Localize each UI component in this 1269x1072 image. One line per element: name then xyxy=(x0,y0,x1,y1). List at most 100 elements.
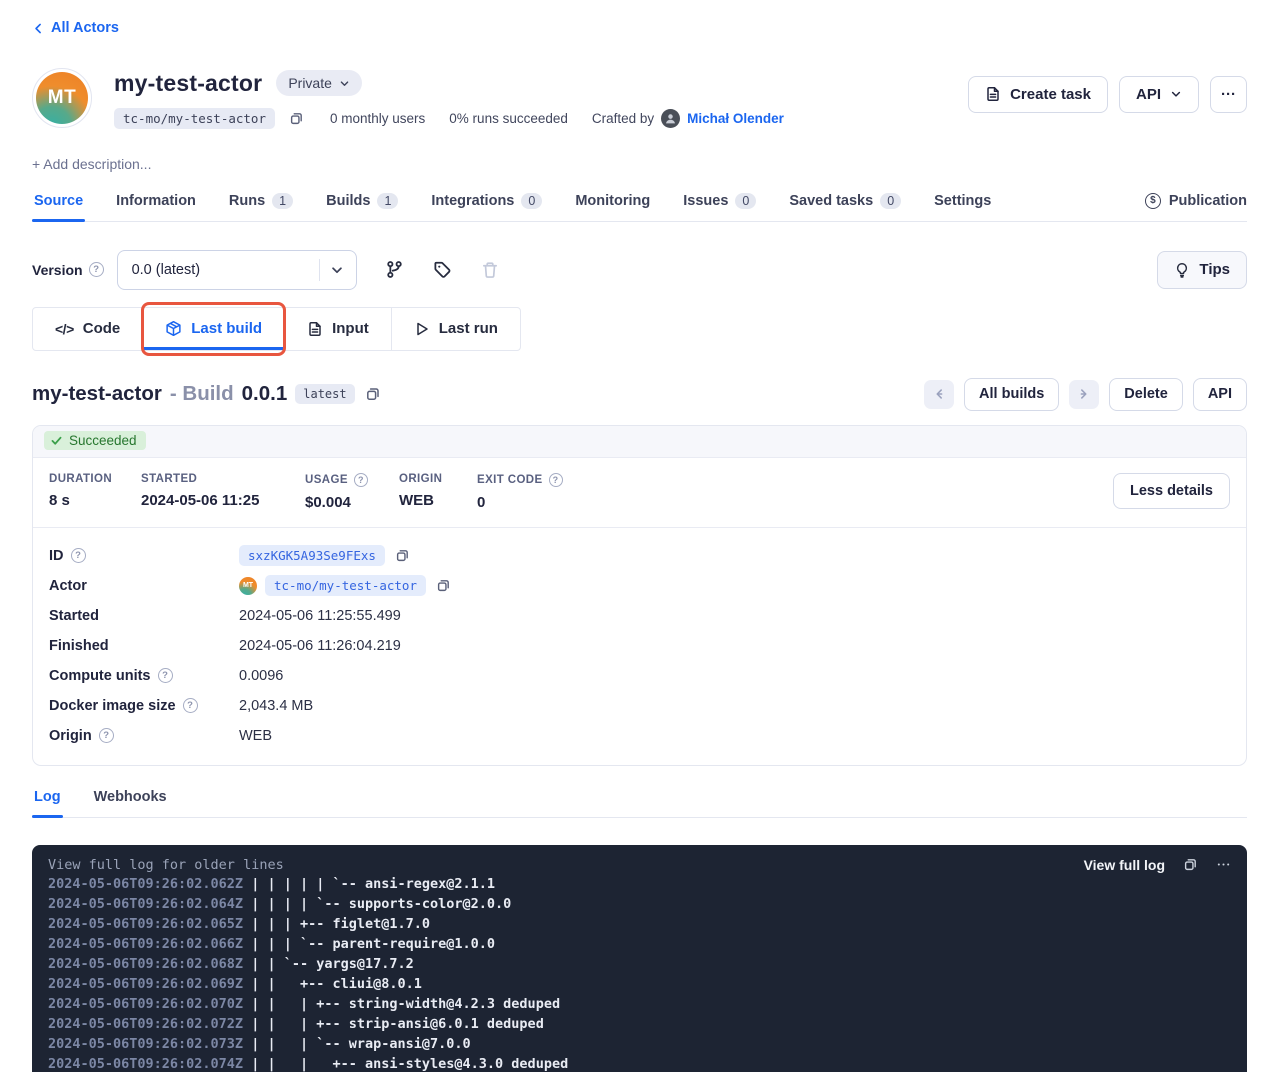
status-badge: Succeeded xyxy=(44,431,146,450)
source-subtabs: </>CodeLast buildInputLast run xyxy=(32,307,521,351)
subtab-last-run[interactable]: Last run xyxy=(391,308,520,350)
tab-webhooks[interactable]: Webhooks xyxy=(92,789,169,817)
chevron-down-icon xyxy=(1170,88,1182,100)
log-line: 2024-05-06T09:26:02.070Z | | | +-- strin… xyxy=(48,996,1231,1016)
log-menu-icon[interactable] xyxy=(1216,857,1231,872)
back-link-all-actors[interactable]: All Actors xyxy=(32,20,119,36)
subtab-code[interactable]: </>Code xyxy=(33,308,142,350)
actor-id-pill: tc-mo/my-test-actor xyxy=(114,108,275,129)
visibility-dropdown[interactable]: Private xyxy=(276,70,362,96)
help-icon[interactable]: ? xyxy=(158,668,173,683)
help-icon[interactable]: ? xyxy=(99,728,114,743)
tips-button[interactable]: Tips xyxy=(1157,251,1247,289)
delete-button[interactable]: Delete xyxy=(1109,378,1183,411)
stat-started: STARTED2024-05-06 11:25 xyxy=(141,473,305,511)
author-avatar xyxy=(661,109,680,128)
copy-build-title-icon[interactable] xyxy=(363,384,383,404)
stat-usage: USAGE?$0.004 xyxy=(305,473,399,511)
build-header: my-test-actor - Build 0.0.1 latest All b… xyxy=(32,378,1247,411)
author-link[interactable]: Michał Olender xyxy=(687,111,784,126)
detail-row-actor: ActorMTtc-mo/my-test-actor xyxy=(49,571,1230,601)
page-title: my-test-actor xyxy=(114,70,262,97)
chevron-left-icon xyxy=(32,22,45,35)
log-line: 2024-05-06T09:26:02.069Z | | +-- cliui@8… xyxy=(48,976,1231,996)
trash-icon xyxy=(479,259,501,281)
create-task-button[interactable]: Create task xyxy=(968,76,1108,113)
crafted-by: Crafted by Michał Olender xyxy=(592,109,784,128)
more-actions-button[interactable]: ··· xyxy=(1210,76,1247,113)
view-older-lines-link[interactable]: View full log for older lines xyxy=(48,857,284,873)
git-branch-icon[interactable] xyxy=(383,258,406,281)
tab-builds[interactable]: Builds1 xyxy=(324,193,400,221)
tab-runs[interactable]: Runs1 xyxy=(227,193,295,221)
log-line: 2024-05-06T09:26:02.074Z | | | +-- ansi-… xyxy=(48,1056,1231,1072)
publication-link[interactable]: $ Publication xyxy=(1145,193,1247,221)
tab-settings[interactable]: Settings xyxy=(932,193,993,221)
tab-log[interactable]: Log xyxy=(32,789,63,817)
build-title: my-test-actor - Build 0.0.1 latest xyxy=(32,382,383,406)
tab-issues[interactable]: Issues0 xyxy=(681,193,758,221)
detail-row-origin: Origin?WEB xyxy=(49,721,1230,751)
chevron-down-icon xyxy=(339,78,350,89)
tab-count-badge: 1 xyxy=(272,193,293,209)
build-details-card: Succeeded DURATION8 sSTARTED2024-05-06 1… xyxy=(32,425,1247,766)
lightbulb-icon xyxy=(1174,262,1190,278)
tab-information[interactable]: Information xyxy=(114,193,198,221)
actor-header: MT my-test-actor Private tc-mo/my-test-a… xyxy=(32,68,1247,129)
copy-build-id-icon[interactable] xyxy=(393,546,412,565)
tab-count-badge: 0 xyxy=(735,193,756,209)
copy-actor-name-icon[interactable] xyxy=(434,576,453,595)
package-icon xyxy=(165,320,182,337)
subtab-input[interactable]: Input xyxy=(284,308,391,350)
actor-link-pill[interactable]: tc-mo/my-test-actor xyxy=(265,575,426,596)
monthly-users-stat: 0 monthly users xyxy=(330,111,425,126)
log-tabs: Log Webhooks xyxy=(32,789,1247,818)
document-icon xyxy=(307,321,323,337)
log-line: 2024-05-06T09:26:02.065Z | | | +-- figle… xyxy=(48,916,1231,936)
tab-count-badge: 0 xyxy=(880,193,901,209)
help-icon[interactable]: ? xyxy=(89,262,104,277)
play-icon xyxy=(414,321,430,337)
check-icon xyxy=(50,434,63,447)
log-line: 2024-05-06T09:26:02.072Z | | | +-- strip… xyxy=(48,1016,1231,1036)
copy-actor-id-icon[interactable] xyxy=(287,109,306,128)
stat-exit-code: EXIT CODE?0 xyxy=(477,473,597,511)
help-icon[interactable]: ? xyxy=(71,548,86,563)
api-button[interactable]: API xyxy=(1193,378,1247,411)
tab-integrations[interactable]: Integrations0 xyxy=(429,193,544,221)
help-icon[interactable]: ? xyxy=(183,698,198,713)
detail-row-id: ID?sxzKGK5A93Se9FExs xyxy=(49,541,1230,571)
detail-row-docker-image-size: Docker image size?2,043.4 MB xyxy=(49,691,1230,721)
all-builds-button[interactable]: All builds xyxy=(964,378,1059,411)
tab-monitoring[interactable]: Monitoring xyxy=(573,193,652,221)
help-icon[interactable]: ? xyxy=(549,473,563,487)
copy-log-icon[interactable] xyxy=(1183,857,1198,872)
runs-succeeded-stat: 0% runs succeeded xyxy=(449,111,568,126)
tag-icon[interactable] xyxy=(431,258,454,281)
tab-count-badge: 0 xyxy=(521,193,542,209)
help-icon[interactable]: ? xyxy=(354,473,368,487)
main-tabs: Source Information Runs1 Builds1 Integration… xyxy=(32,193,1247,222)
log-line: 2024-05-06T09:26:02.064Z | | | | `-- sup… xyxy=(48,896,1231,916)
tab-source[interactable]: Source xyxy=(32,193,85,221)
stat-duration: DURATION8 s xyxy=(49,473,141,511)
dollar-circle-icon: $ xyxy=(1145,193,1161,209)
page: All Actors MT my-test-actor Private tc-m… xyxy=(0,0,1269,1072)
tab-saved-tasks[interactable]: Saved tasks0 xyxy=(787,193,903,221)
actor-avatar: MT xyxy=(32,68,92,128)
api-dropdown-button[interactable]: API xyxy=(1119,76,1199,113)
subtab-last-build[interactable]: Last build xyxy=(142,308,284,350)
next-build-button[interactable] xyxy=(1069,380,1099,409)
detail-row-started: Started2024-05-06 11:25:55.499 xyxy=(49,601,1230,631)
less-details-button[interactable]: Less details xyxy=(1113,473,1230,509)
version-select[interactable]: 0.0 (latest) xyxy=(117,250,357,290)
build-log-terminal: View full log for older lines View full … xyxy=(32,845,1247,1072)
detail-row-compute-units: Compute units?0.0096 xyxy=(49,661,1230,691)
latest-badge: latest xyxy=(295,384,354,404)
log-line: 2024-05-06T09:26:02.062Z | | | | | `-- a… xyxy=(48,876,1231,896)
view-full-log-link[interactable]: View full log xyxy=(1084,857,1165,873)
version-label: Version ? xyxy=(32,262,104,278)
code-icon: </> xyxy=(55,321,74,337)
add-description-button[interactable]: + Add description... xyxy=(32,156,1247,172)
previous-build-button[interactable] xyxy=(924,380,954,409)
